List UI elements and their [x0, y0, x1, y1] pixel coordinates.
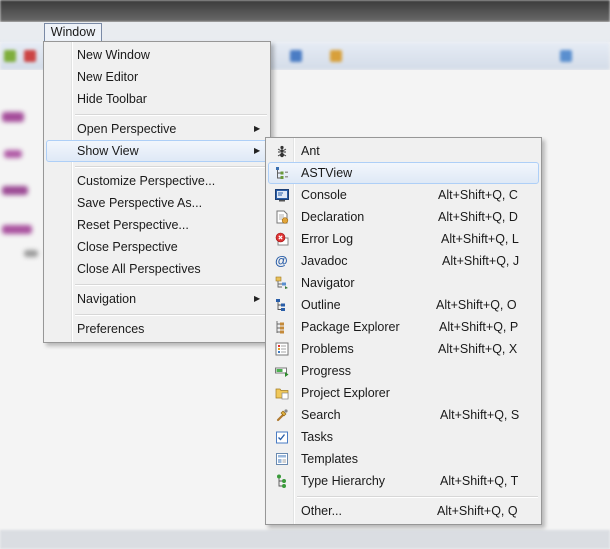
view-item-label: Progress — [301, 364, 352, 378]
view-item-shortcut: Alt+Shift+Q, S — [440, 408, 520, 422]
menu-separator — [75, 314, 267, 316]
menu-item-hide-toolbar[interactable]: Hide Toolbar — [46, 88, 268, 110]
navigator-icon — [275, 276, 288, 289]
view-item-label: Outline — [301, 298, 341, 312]
view-item-label: Ant — [301, 144, 320, 158]
templates-icon — [276, 453, 288, 465]
menu-item-label: Reset Perspective... — [77, 218, 189, 232]
submenu-arrow-icon: ▶ — [254, 124, 261, 133]
ant-icon — [277, 145, 287, 158]
view-item-shortcut: Alt+Shift+Q, P — [439, 320, 519, 334]
menu-separator — [75, 114, 267, 116]
javadoc-icon: @ — [275, 253, 288, 268]
menu-item-open-perspective[interactable]: Open Perspective ▶ — [46, 118, 268, 140]
view-item-problems[interactable]: Problems Alt+Shift+Q, X — [268, 338, 539, 360]
menu-item-label: Customize Perspective... — [77, 174, 216, 188]
menu-item-label: New Window — [77, 48, 150, 62]
window-titlebar — [0, 0, 610, 22]
view-item-label: Package Explorer — [301, 320, 400, 334]
menu-window[interactable]: Window — [44, 23, 102, 42]
view-item-label: Project Explorer — [301, 386, 390, 400]
package-explorer-icon — [276, 321, 284, 334]
window-menu: New Window New Editor Hide Toolbar Open … — [43, 41, 271, 343]
menu-separator — [297, 496, 538, 498]
menu-item-navigation[interactable]: Navigation ▶ — [46, 288, 268, 310]
menu-item-label: New Editor — [77, 70, 139, 84]
problems-icon — [275, 342, 289, 356]
show-view-submenu: Ant ASTView Console Alt+Shift+Q, C Decla… — [265, 137, 542, 525]
menu-item-close-all-perspectives[interactable]: Close All Perspectives — [46, 258, 268, 280]
view-item-ant[interactable]: Ant — [268, 140, 539, 162]
view-item-label: Declaration — [301, 210, 365, 224]
menu-separator — [75, 284, 267, 286]
view-item-package-explorer[interactable]: Package Explorer Alt+Shift+Q, P — [268, 316, 539, 338]
menu-separator — [75, 166, 267, 168]
menu-item-reset-perspective[interactable]: Reset Perspective... — [46, 214, 268, 236]
view-item-shortcut: Alt+Shift+Q, D — [438, 210, 518, 224]
view-item-label: Error Log — [301, 232, 354, 246]
menu-item-show-view[interactable]: Show View ▶ — [46, 140, 268, 162]
menu-item-new-window[interactable]: New Window — [46, 44, 268, 66]
view-item-console[interactable]: Console Alt+Shift+Q, C — [268, 184, 539, 206]
view-item-navigator[interactable]: Navigator — [268, 272, 539, 294]
submenu-arrow-icon: ▶ — [254, 146, 261, 155]
view-item-shortcut: Alt+Shift+Q, T — [440, 474, 519, 488]
astview-icon — [276, 167, 288, 179]
view-item-project-explorer[interactable]: Project Explorer — [268, 382, 539, 404]
view-item-javadoc[interactable]: @ Javadoc Alt+Shift+Q, J — [268, 250, 539, 272]
menu-item-label: Open Perspective — [77, 122, 177, 136]
view-item-label: Problems — [301, 342, 354, 356]
declaration-icon — [276, 210, 289, 224]
view-item-label: Tasks — [301, 430, 333, 444]
view-item-astview[interactable]: ASTView — [268, 162, 539, 184]
view-item-declaration[interactable]: Declaration Alt+Shift+Q, D — [268, 206, 539, 228]
view-item-label: Console — [301, 188, 347, 202]
submenu-arrow-icon: ▶ — [254, 294, 261, 303]
view-item-search[interactable]: Search Alt+Shift+Q, S — [268, 404, 539, 426]
view-item-label: Templates — [301, 452, 358, 466]
view-item-progress[interactable]: Progress — [268, 360, 539, 382]
view-item-label: Javadoc — [301, 254, 348, 268]
menu-item-label: Close All Perspectives — [77, 262, 201, 276]
menu-item-customize-perspective[interactable]: Customize Perspective... — [46, 170, 268, 192]
menu-item-close-perspective[interactable]: Close Perspective — [46, 236, 268, 258]
tasks-icon — [276, 431, 288, 444]
menu-item-label: Show View — [77, 144, 139, 158]
view-item-shortcut: Alt+Shift+Q, J — [442, 254, 520, 268]
menu-item-label: Hide Toolbar — [77, 92, 147, 106]
menu-item-save-perspective-as[interactable]: Save Perspective As... — [46, 192, 268, 214]
menu-item-label: Close Perspective — [77, 240, 178, 254]
console-icon — [275, 189, 289, 202]
menu-item-preferences[interactable]: Preferences — [46, 318, 268, 340]
view-item-shortcut: Alt+Shift+Q, C — [438, 188, 518, 202]
view-item-label: ASTView — [301, 166, 353, 180]
search-icon — [276, 409, 288, 422]
view-item-templates[interactable]: Templates — [268, 448, 539, 470]
menu-item-new-editor[interactable]: New Editor — [46, 66, 268, 88]
outline-icon — [276, 299, 285, 311]
menu-item-label: Preferences — [77, 322, 145, 336]
project-explorer-icon — [275, 388, 289, 400]
status-bar — [0, 530, 610, 549]
view-item-label: Other... — [301, 504, 342, 518]
view-item-type-hierarchy[interactable]: Type Hierarchy Alt+Shift+Q, T — [268, 470, 539, 492]
view-item-shortcut: Alt+Shift+Q, O — [436, 298, 517, 312]
view-item-error-log[interactable]: Error Log Alt+Shift+Q, L — [268, 228, 539, 250]
view-item-label: Navigator — [301, 276, 355, 290]
view-item-other[interactable]: Other... Alt+Shift+Q, Q — [268, 500, 539, 522]
view-item-shortcut: Alt+Shift+Q, Q — [437, 504, 518, 518]
type-hierarchy-icon — [277, 474, 286, 488]
error-log-icon — [275, 232, 289, 246]
view-item-shortcut: Alt+Shift+Q, X — [438, 342, 518, 356]
view-item-outline[interactable]: Outline Alt+Shift+Q, O — [268, 294, 539, 316]
progress-icon — [275, 367, 289, 377]
menu-item-label: Save Perspective As... — [77, 196, 203, 210]
menu-item-label: Navigation — [77, 292, 137, 306]
view-item-label: Type Hierarchy — [301, 474, 386, 488]
view-item-label: Search — [301, 408, 341, 422]
view-item-shortcut: Alt+Shift+Q, L — [441, 232, 519, 246]
view-item-tasks[interactable]: Tasks — [268, 426, 539, 448]
